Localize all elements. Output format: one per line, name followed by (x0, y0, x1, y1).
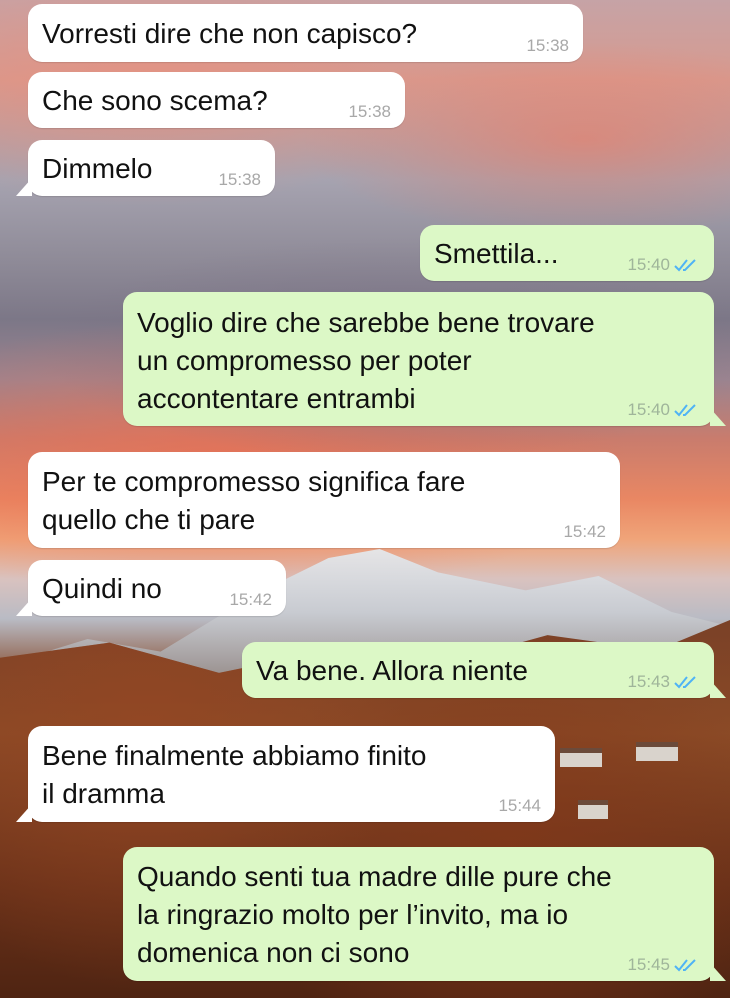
message-time: 15:40 (627, 400, 670, 419)
message-bubble-outgoing[interactable]: Voglio dire che sarebbe bene trovare un … (123, 292, 726, 426)
message-time: 15:42 (563, 522, 606, 541)
read-double-check-icon (674, 676, 696, 689)
message-bubble-incoming[interactable]: Che sono scema? 15:38 (28, 72, 405, 128)
read-double-check-icon (674, 959, 696, 972)
message-meta: 15:45 (627, 955, 700, 975)
message-meta: 15:43 (627, 672, 700, 692)
message-bubble-incoming[interactable]: Dimmelo 15:38 (16, 140, 275, 196)
message-text: Quando senti tua madre dille pure che la… (137, 861, 612, 968)
read-double-check-icon (674, 259, 696, 272)
message-text: Vorresti dire che non capisco? (42, 18, 418, 49)
message-bubble-outgoing[interactable]: Smettila... 15:40 (420, 225, 714, 281)
message-bubble-incoming[interactable]: Vorresti dire che non capisco? 15:38 (28, 4, 583, 62)
message-meta: 15:42 (229, 590, 272, 610)
message-bubble-outgoing[interactable]: Va bene. Allora niente 15:43 (242, 642, 726, 698)
message-meta: 15:42 (563, 522, 606, 542)
message-text: Voglio dire che sarebbe bene trovare un … (137, 307, 595, 414)
wallpaper-cabin (636, 742, 678, 761)
message-meta: 15:38 (526, 36, 569, 56)
message-meta: 15:38 (348, 102, 391, 122)
message-text: Che sono scema? (42, 85, 268, 116)
message-time: 15:38 (526, 36, 569, 55)
message-meta: 15:40 (627, 255, 700, 275)
wallpaper-cabin (560, 748, 602, 767)
message-bubble-incoming[interactable]: Quindi no 15:42 (16, 560, 286, 616)
message-time: 15:42 (229, 590, 272, 609)
read-double-check-icon (674, 404, 696, 417)
message-text: Per te compromesso significa fare quello… (42, 466, 466, 535)
message-time: 15:38 (348, 102, 391, 121)
message-meta: 15:38 (218, 170, 261, 190)
message-bubble-outgoing[interactable]: Quando senti tua madre dille pure che la… (123, 847, 726, 981)
message-time: 15:45 (627, 955, 670, 974)
message-text: Bene finalmente abbiamo finito il dramma (42, 740, 427, 809)
message-bubble-incoming[interactable]: Bene finalmente abbiamo finito il dramma… (16, 726, 555, 822)
message-time: 15:44 (498, 796, 541, 815)
message-meta: 15:40 (627, 400, 700, 420)
message-meta: 15:44 (498, 796, 541, 816)
message-bubble-incoming[interactable]: Per te compromesso significa fare quello… (28, 452, 620, 548)
wallpaper-cabin (578, 800, 608, 819)
message-time: 15:40 (627, 255, 670, 274)
message-time: 15:43 (627, 672, 670, 691)
message-time: 15:38 (218, 170, 261, 189)
